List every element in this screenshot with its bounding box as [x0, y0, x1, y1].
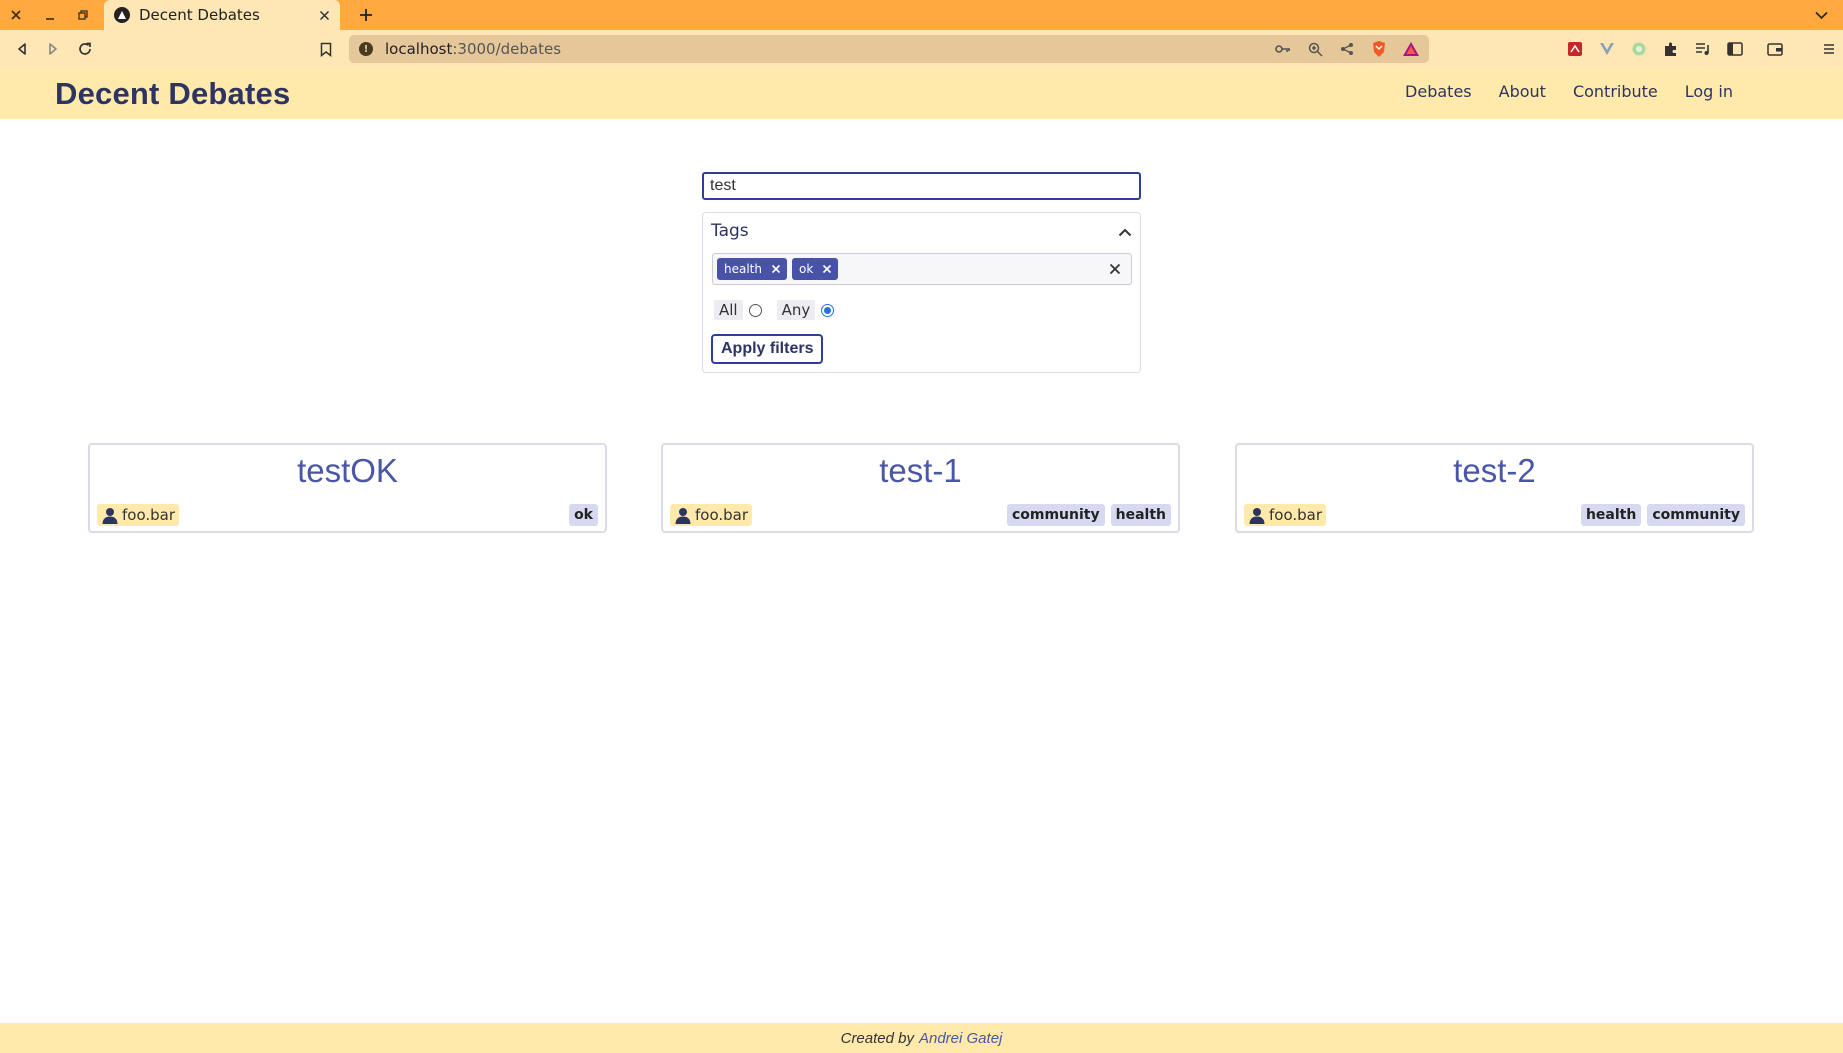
match-mode-group: All Any	[714, 300, 849, 320]
footer-prefix: Created by	[840, 1029, 914, 1047]
nav-log-in[interactable]: Log in	[1685, 82, 1733, 101]
debate-tags: community health	[1006, 504, 1171, 526]
debate-title[interactable]: testOK	[90, 452, 605, 490]
search-input[interactable]	[702, 172, 1141, 200]
tag-chip-health: health	[717, 258, 787, 280]
tab-close-icon[interactable]	[316, 7, 332, 23]
user-icon	[101, 506, 119, 524]
debate-tag[interactable]: community	[1647, 504, 1745, 526]
tag-filters-panel: Tags health ok All Any Apply filters	[702, 212, 1141, 373]
author-name: foo.bar	[122, 506, 176, 524]
brave-rewards-icon[interactable]	[1401, 39, 1421, 59]
author-badge[interactable]: foo.bar	[97, 504, 180, 526]
site-favicon-icon	[114, 7, 130, 23]
debate-title[interactable]: test-2	[1237, 452, 1752, 490]
back-icon[interactable]	[12, 39, 32, 59]
debate-card: testOK foo.bar ok	[88, 443, 607, 533]
url-text[interactable]: localhost:3000/debates	[385, 40, 561, 58]
tag-chip-label: health	[724, 262, 762, 276]
new-tab-icon[interactable]	[356, 5, 376, 25]
browser-menu-icon[interactable]	[1819, 39, 1839, 59]
main-nav: Debates About Contribute Log in	[1405, 82, 1733, 101]
brave-shields-icon[interactable]	[1369, 39, 1389, 59]
user-icon	[674, 506, 692, 524]
sidebar-toggle-icon[interactable]	[1725, 39, 1745, 59]
tab-list-chevron-icon[interactable]	[1812, 6, 1830, 24]
filters-header[interactable]: Tags	[711, 219, 1132, 243]
user-icon	[1248, 506, 1266, 524]
remove-tag-icon[interactable]	[770, 263, 782, 275]
remove-tag-icon[interactable]	[821, 263, 833, 275]
tag-chip-label: ok	[799, 262, 814, 276]
extension-vue-icon[interactable]	[1597, 39, 1617, 59]
address-bar[interactable]: ! localhost:3000/debates	[349, 35, 1429, 63]
app-header: Decent Debates Debates About Contribute …	[0, 68, 1843, 119]
author-name: foo.bar	[1269, 506, 1323, 524]
tag-chip-ok: ok	[792, 258, 839, 280]
tab-title: Decent Debates	[139, 6, 260, 24]
browser-tab[interactable]: Decent Debates	[104, 0, 340, 30]
mode-any-label: Any	[776, 300, 816, 320]
debate-card: test-2 foo.bar health community	[1235, 443, 1754, 533]
share-icon[interactable]	[1337, 39, 1357, 59]
mode-any-radio[interactable]	[821, 303, 835, 317]
debate-tags: ok	[569, 504, 598, 526]
window-close-icon[interactable]	[7, 6, 25, 24]
clear-tags-icon[interactable]	[1107, 261, 1123, 277]
bookmark-icon[interactable]	[316, 39, 336, 59]
collapse-chevron-up-icon[interactable]	[1118, 222, 1132, 241]
wallet-icon[interactable]	[1765, 39, 1785, 59]
extensions-puzzle-icon[interactable]	[1661, 39, 1681, 59]
filters-title: Tags	[711, 221, 749, 241]
footer-author-link[interactable]: Andrei Gatej	[919, 1030, 1002, 1047]
page-footer: Created by Andrei Gatej	[0, 1023, 1843, 1053]
password-key-icon[interactable]	[1273, 39, 1293, 59]
mode-all-radio[interactable]	[748, 303, 762, 317]
tag-select[interactable]: health ok	[712, 253, 1132, 285]
mode-all-label: All	[714, 300, 743, 320]
window-minimize-icon[interactable]	[41, 6, 59, 24]
browser-toolbar: ! localhost:3000/debates	[0, 30, 1843, 68]
debate-tag[interactable]: ok	[569, 504, 598, 526]
extension-pdf-icon[interactable]	[1565, 39, 1585, 59]
debate-tag[interactable]: health	[1110, 504, 1171, 526]
brand-logo[interactable]: Decent Debates	[55, 76, 290, 112]
nav-debates[interactable]: Debates	[1405, 82, 1472, 101]
zoom-icon[interactable]	[1305, 39, 1325, 59]
debate-tag[interactable]: community	[1006, 504, 1105, 526]
debate-tags: health community	[1580, 504, 1745, 526]
forward-icon[interactable]	[43, 39, 63, 59]
extension-circle-icon[interactable]	[1629, 39, 1649, 59]
reload-icon[interactable]	[75, 39, 95, 59]
debate-tag[interactable]: health	[1580, 504, 1642, 526]
author-name: foo.bar	[695, 506, 749, 524]
author-badge[interactable]: foo.bar	[1244, 504, 1327, 526]
tag-search-input[interactable]	[843, 257, 1107, 281]
media-queue-icon[interactable]	[1693, 39, 1713, 59]
apply-filters-button[interactable]: Apply filters	[711, 334, 824, 364]
nav-about[interactable]: About	[1499, 82, 1546, 101]
browser-tab-bar: Decent Debates	[0, 0, 1843, 30]
author-badge[interactable]: foo.bar	[670, 504, 753, 526]
debate-title[interactable]: test-1	[663, 452, 1178, 490]
window-restore-icon[interactable]	[74, 6, 92, 24]
site-info-icon[interactable]: !	[359, 42, 373, 56]
debate-card: test-1 foo.bar community health	[661, 443, 1180, 533]
nav-contribute[interactable]: Contribute	[1573, 82, 1658, 101]
